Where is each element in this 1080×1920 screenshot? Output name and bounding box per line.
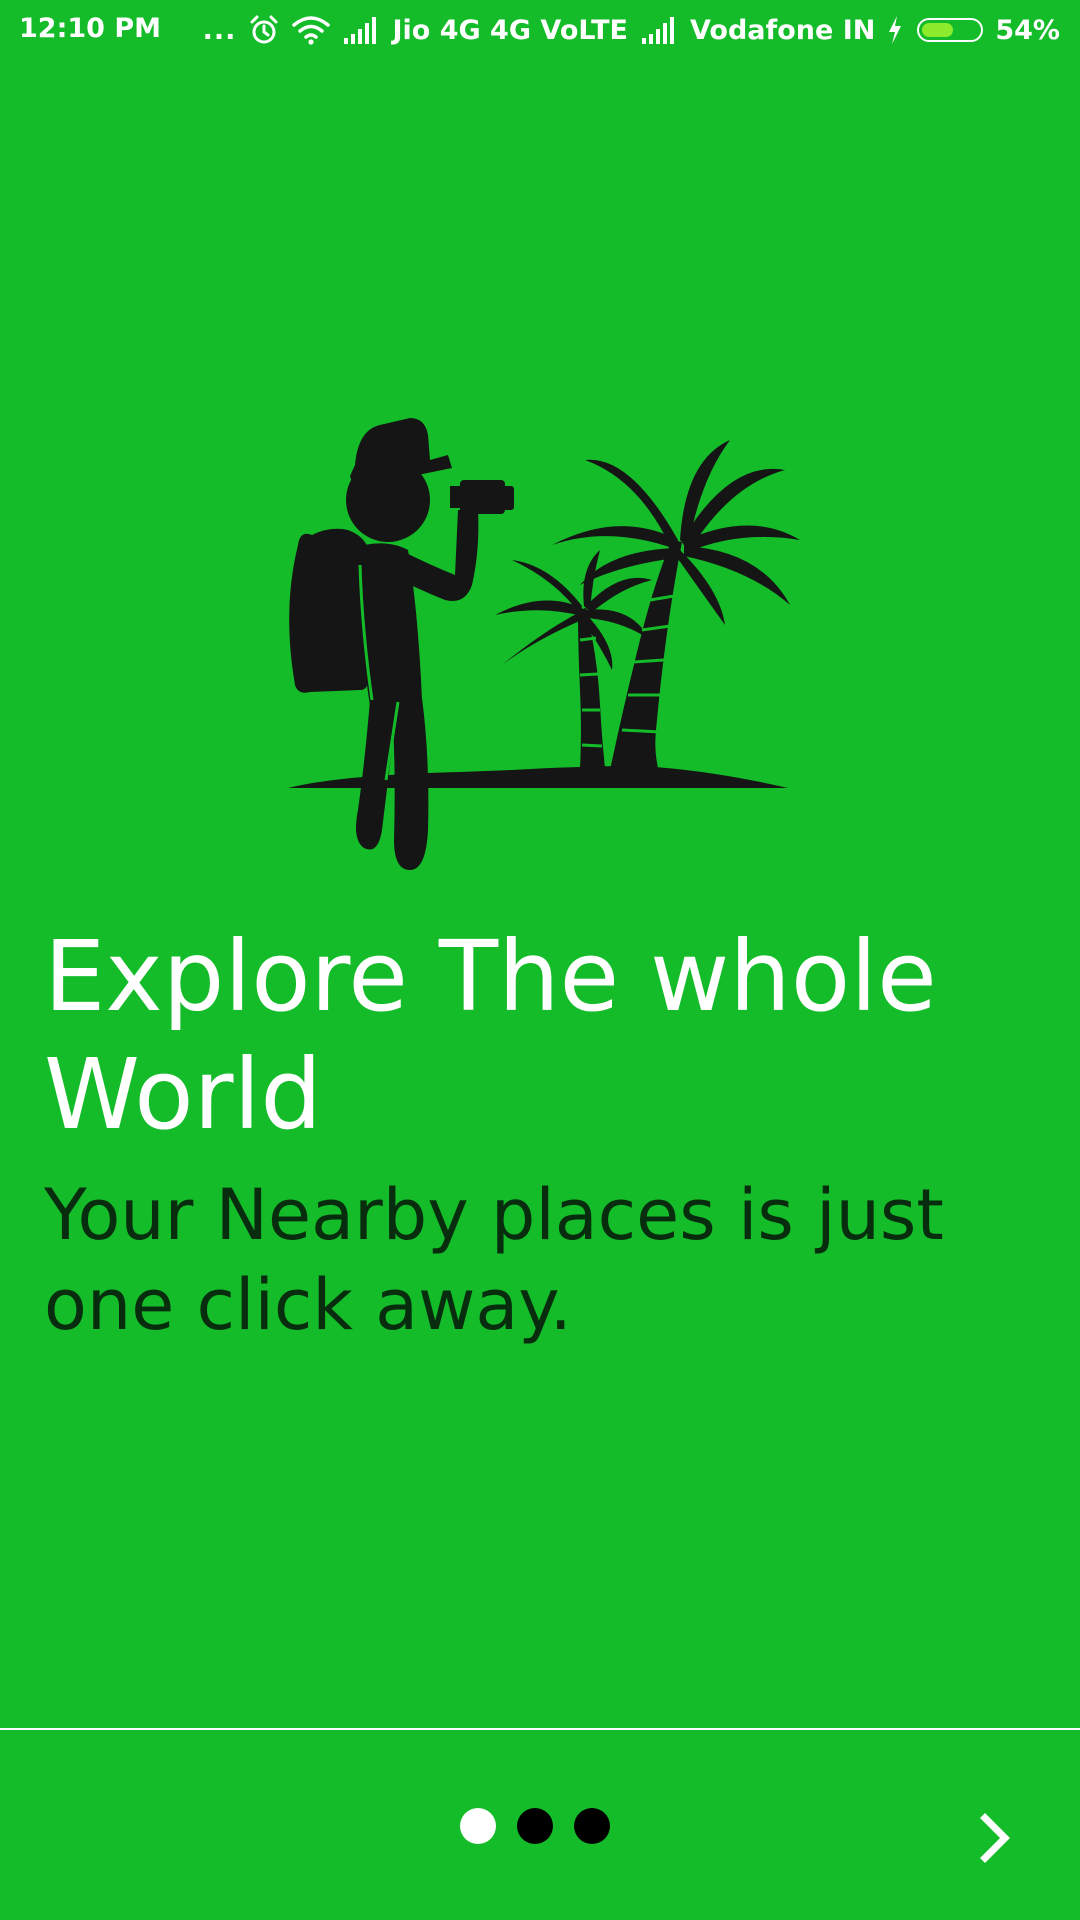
page-dot-1[interactable]: [460, 1808, 496, 1844]
signal-icon: [342, 16, 380, 44]
onboarding-title: Explore The whole World: [44, 920, 937, 1151]
next-button[interactable]: [960, 1805, 1030, 1875]
page-indicator: [460, 1808, 610, 1844]
charging-icon: [887, 15, 903, 45]
page-dot-3[interactable]: [574, 1808, 610, 1844]
traveler-head: [346, 458, 430, 542]
battery-icon: [917, 18, 984, 42]
carrier-1-label: Jio 4G 4G VoLTE: [392, 14, 628, 46]
page-dot-2[interactable]: [517, 1808, 553, 1844]
chevron-right-icon: [975, 1812, 1015, 1869]
onboarding-screen: 12:10 PM ... Jio 4G 4G VoLTE Vodafone IN…: [0, 0, 1080, 1920]
battery-percent: 54%: [995, 14, 1060, 46]
status-time: 12:10 PM: [19, 13, 162, 44]
palm-trunk-large: [610, 540, 682, 770]
battery-level: [922, 23, 953, 37]
traveler-illustration: [280, 400, 800, 900]
carrier-2-label: Vodafone IN: [689, 14, 876, 46]
onboarding-subtitle: Your Nearby places is just one click awa…: [44, 1174, 944, 1346]
status-bar: 12:10 PM ... Jio 4G 4G VoLTE Vodafone IN…: [0, 0, 1080, 60]
traveler-backpack: [289, 528, 370, 693]
wifi-icon: [292, 15, 331, 45]
signal-icon: [640, 16, 678, 44]
more-notifications-icon: ...: [202, 14, 237, 46]
status-icons: ... Jio 4G 4G VoLTE Vodafone IN 54%: [203, 12, 1060, 48]
onboarding-navigation: [0, 1730, 1080, 1920]
alarm-icon: [248, 14, 280, 46]
